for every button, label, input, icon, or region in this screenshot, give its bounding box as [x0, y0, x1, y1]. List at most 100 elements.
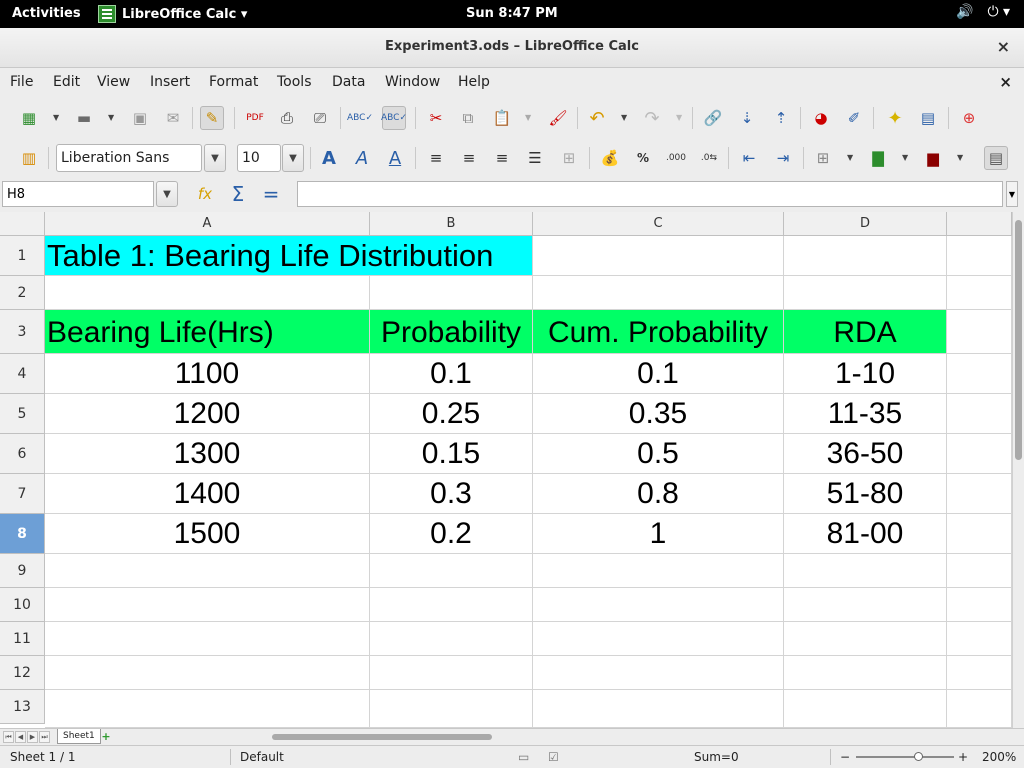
cell-a9[interactable] — [45, 554, 370, 588]
cell-b4[interactable]: 0.1 — [370, 354, 533, 394]
cell-c10[interactable] — [533, 588, 784, 622]
formula-icon[interactable]: = — [259, 182, 283, 206]
cell-b2[interactable] — [370, 276, 533, 310]
export-pdf-icon[interactable]: PDF — [243, 106, 267, 130]
cell-b9[interactable] — [370, 554, 533, 588]
row-header-13[interactable]: 13 — [0, 690, 45, 724]
pivot-table-icon[interactable]: ✐ — [842, 106, 866, 130]
open-folder-icon[interactable]: ▬ — [72, 106, 96, 130]
formula-expand-icon[interactable]: ▼ — [1006, 181, 1018, 207]
paste-icon[interactable]: 📋 — [490, 106, 514, 130]
new-document-icon[interactable]: ▦ — [17, 106, 41, 130]
cell-d11[interactable] — [784, 622, 947, 656]
paste-dropdown-arrow[interactable]: ▼ — [525, 113, 531, 122]
first-sheet-icon[interactable]: ⏮ — [3, 731, 14, 743]
column-header-b[interactable]: B — [370, 212, 533, 236]
align-center-icon[interactable]: ≡ — [457, 146, 481, 170]
cell-e11[interactable] — [947, 622, 1012, 656]
cell-d2[interactable] — [784, 276, 947, 310]
zoom-slider-knob[interactable] — [914, 752, 923, 761]
decrease-indent-icon[interactable]: ⇤ — [737, 146, 761, 170]
help-lifebuoy-icon[interactable]: ⊕ — [957, 106, 981, 130]
zoom-level[interactable]: 200% — [982, 750, 1016, 764]
cell-e10[interactable] — [947, 588, 1012, 622]
row-header-12[interactable]: 12 — [0, 656, 45, 690]
cell-a12[interactable] — [45, 656, 370, 690]
page-style[interactable]: Default — [240, 750, 284, 764]
spellcheck-icon[interactable]: ABC✓ — [347, 106, 373, 130]
menu-insert[interactable]: Insert — [150, 74, 190, 90]
bold-icon[interactable]: A — [317, 146, 341, 170]
undo-dropdown-arrow[interactable]: ▼ — [621, 113, 627, 122]
borders-icon[interactable]: ⊞ — [811, 146, 835, 170]
column-header-a[interactable]: A — [45, 212, 370, 236]
menu-edit[interactable]: Edit — [53, 74, 80, 90]
cell-b5[interactable]: 0.25 — [370, 394, 533, 434]
cell-d6[interactable]: 36-50 — [784, 434, 947, 474]
sheet-tab-sheet1[interactable]: Sheet1 — [57, 729, 101, 744]
cell-c13[interactable] — [533, 690, 784, 728]
cell-c6[interactable]: 0.5 — [533, 434, 784, 474]
window-close-button[interactable]: × — [997, 37, 1010, 56]
font-name-dropdown-icon[interactable]: ▼ — [204, 144, 226, 172]
select-all-corner[interactable] — [0, 212, 45, 236]
cell-a4[interactable]: 1100 — [45, 354, 370, 394]
row-header-4[interactable]: 4 — [0, 354, 45, 394]
next-sheet-icon[interactable]: ▶ — [27, 731, 38, 743]
cell-a6[interactable]: 1300 — [45, 434, 370, 474]
print-icon[interactable]: ⎙ — [275, 106, 299, 130]
gallery-icon[interactable]: ▤ — [916, 106, 940, 130]
cell-e4[interactable] — [947, 354, 1012, 394]
row-header-7[interactable]: 7 — [0, 474, 45, 514]
horizontal-scrollbar[interactable] — [268, 732, 1018, 742]
cell-e8[interactable] — [947, 514, 1012, 554]
align-right-icon[interactable]: ≡ — [490, 146, 514, 170]
cell-d5[interactable]: 11-35 — [784, 394, 947, 434]
cell-a8[interactable]: 1500 — [45, 514, 370, 554]
cell-c3-header[interactable]: Cum. Probability — [533, 310, 784, 354]
column-header-e[interactable] — [947, 212, 1012, 236]
italic-icon[interactable]: A — [350, 146, 374, 170]
menu-data[interactable]: Data — [332, 74, 365, 90]
cell-a13[interactable] — [45, 690, 370, 728]
cell-e1[interactable] — [947, 236, 1012, 276]
function-wizard-icon[interactable]: fx — [193, 182, 217, 206]
cell-e9[interactable] — [947, 554, 1012, 588]
delete-decimal-icon[interactable]: .0⇆ — [697, 146, 721, 170]
sort-descending-icon[interactable]: ⇡ — [769, 106, 793, 130]
clone-formatting-icon[interactable]: 🖌 — [546, 106, 570, 130]
vertical-scrollbar[interactable] — [1012, 212, 1024, 728]
cell-a10[interactable] — [45, 588, 370, 622]
redo-dropdown-arrow[interactable]: ▼ — [676, 113, 682, 122]
font-name-box[interactable]: Liberation Sans — [56, 144, 202, 172]
prev-sheet-icon[interactable]: ◀ — [15, 731, 26, 743]
app-menu[interactable]: LibreOffice Calc ▾ — [98, 2, 247, 26]
clock[interactable]: Sun 8:47 PM — [466, 6, 558, 21]
redo-icon[interactable]: ↷ — [640, 106, 664, 130]
cell-b8[interactable]: 0.2 — [370, 514, 533, 554]
cell-a11[interactable] — [45, 622, 370, 656]
cell-c8[interactable]: 1 — [533, 514, 784, 554]
volume-icon[interactable]: 🔊 — [956, 4, 973, 20]
copy-icon[interactable]: ⧉ — [456, 106, 480, 130]
new-dropdown-arrow[interactable]: ▼ — [53, 113, 59, 122]
cell-d9[interactable] — [784, 554, 947, 588]
cell-c12[interactable] — [533, 656, 784, 690]
row-header-9[interactable]: 9 — [0, 554, 45, 588]
zoom-slider[interactable] — [856, 756, 954, 758]
cell-d7[interactable]: 51-80 — [784, 474, 947, 514]
row-header-6[interactable]: 6 — [0, 434, 45, 474]
selection-mode-icon[interactable]: ▭ — [518, 750, 529, 764]
zoom-out-button[interactable]: − — [840, 750, 850, 764]
horizontal-scroll-thumb[interactable] — [272, 734, 492, 740]
navigator-icon[interactable]: ✦ — [883, 106, 907, 130]
edit-mode-icon[interactable]: ✎ — [200, 106, 224, 130]
add-sheet-icon[interactable]: + — [96, 730, 116, 743]
open-dropdown-arrow[interactable]: ▼ — [108, 113, 114, 122]
cell-e6[interactable] — [947, 434, 1012, 474]
save-icon[interactable]: ▣ — [128, 106, 152, 130]
percent-format-icon[interactable]: % — [631, 146, 655, 170]
cell-d4[interactable]: 1-10 — [784, 354, 947, 394]
formula-input[interactable] — [297, 181, 1003, 207]
font-size-dropdown-icon[interactable]: ▼ — [282, 144, 304, 172]
